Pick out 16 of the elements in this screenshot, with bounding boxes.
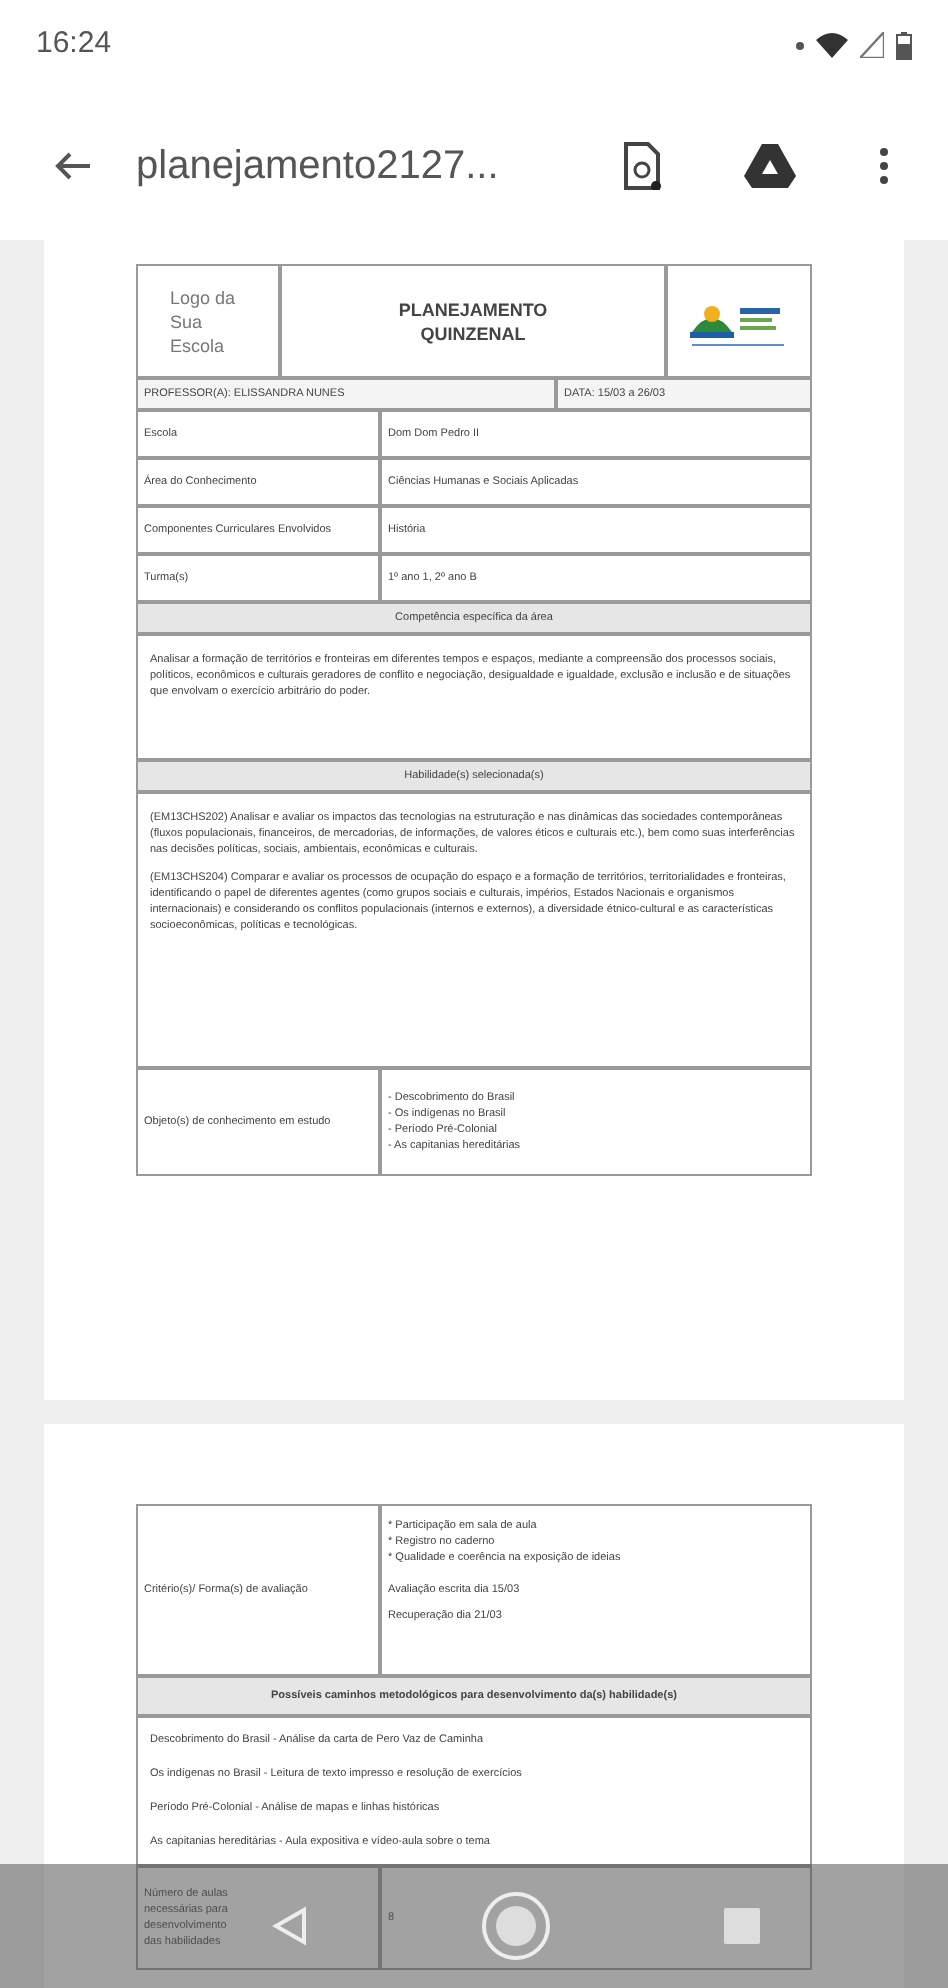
battery-icon <box>896 31 912 59</box>
notification-dot-icon <box>796 41 804 49</box>
logo-text: Logo da Sua Escola <box>136 264 280 378</box>
signal-icon <box>860 32 884 58</box>
drive-icon <box>742 141 798 189</box>
status-time: 16:24 <box>36 24 112 65</box>
document-title: PLANEJAMENTO QUINZENAL <box>396 297 550 345</box>
back-arrow-icon <box>52 149 92 181</box>
home-circle-icon <box>480 1890 552 1962</box>
drive-button[interactable] <box>740 139 800 191</box>
square-icon <box>722 1906 762 1946</box>
more-icon <box>880 147 888 183</box>
file-title: planejamento2127... <box>136 141 501 191</box>
document-icon <box>622 141 662 189</box>
back-triangle-icon <box>272 1906 308 1946</box>
wifi-icon <box>816 32 848 58</box>
